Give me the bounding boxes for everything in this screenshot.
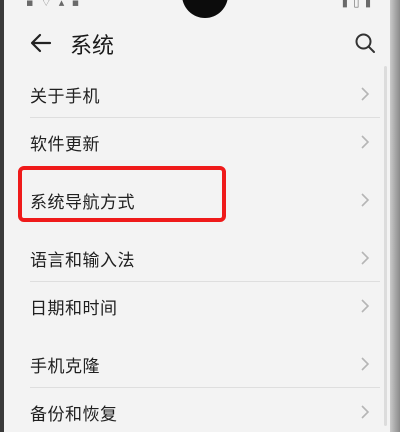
chevron-right-icon	[361, 299, 370, 313]
group-gap	[4, 166, 390, 176]
chevron-right-icon	[361, 357, 370, 371]
screen: ▪ ⌔ ▴ ▪ ▮ ▯ ▮ 系统 关于手机 软件更新 系统导航方式 语言和输入法…	[4, 0, 390, 432]
chevron-right-icon	[361, 87, 370, 101]
header: 系统	[4, 22, 390, 66]
phone-bezel	[390, 0, 400, 432]
list-item-label: 备份和恢复	[30, 404, 118, 425]
list-item-backup-restore[interactable]: 备份和恢复	[4, 388, 390, 432]
list-item-language-input[interactable]: 语言和输入法	[4, 234, 390, 282]
list-item-date-time[interactable]: 日期和时间	[4, 282, 390, 330]
chevron-right-icon	[361, 135, 370, 149]
chevron-right-icon	[361, 405, 370, 419]
chevron-right-icon	[361, 251, 370, 265]
list-item-label: 手机克隆	[30, 356, 100, 377]
list-item-label: 系统导航方式	[30, 192, 135, 213]
list-item-label: 关于手机	[30, 86, 100, 107]
group-gap	[4, 330, 390, 340]
scrollbar[interactable]	[384, 66, 387, 426]
group-gap	[4, 224, 390, 234]
status-icons-left: ▪ ⌔ ▴ ▪	[26, 0, 82, 9]
chevron-right-icon	[361, 193, 370, 207]
search-icon[interactable]	[354, 32, 376, 54]
settings-list: 关于手机 软件更新 系统导航方式 语言和输入法 日期和时间 手机克隆 备份和恢复	[4, 70, 390, 432]
list-item-system-navigation[interactable]: 系统导航方式	[4, 176, 390, 224]
list-item-label: 日期和时间	[30, 298, 118, 319]
back-arrow-icon[interactable]	[28, 30, 54, 56]
list-item-about-phone[interactable]: 关于手机	[4, 70, 390, 118]
list-item-phone-clone[interactable]: 手机克隆	[4, 340, 390, 388]
list-item-software-update[interactable]: 软件更新	[4, 118, 390, 166]
page-title: 系统	[70, 34, 115, 59]
list-item-label: 语言和输入法	[30, 250, 135, 271]
list-item-label: 软件更新	[30, 134, 100, 155]
status-icons-right: ▮ ▯ ▮	[341, 0, 372, 9]
phone: ▪ ⌔ ▴ ▪ ▮ ▯ ▮ 系统 关于手机 软件更新 系统导航方式 语言和输入法…	[0, 0, 400, 432]
